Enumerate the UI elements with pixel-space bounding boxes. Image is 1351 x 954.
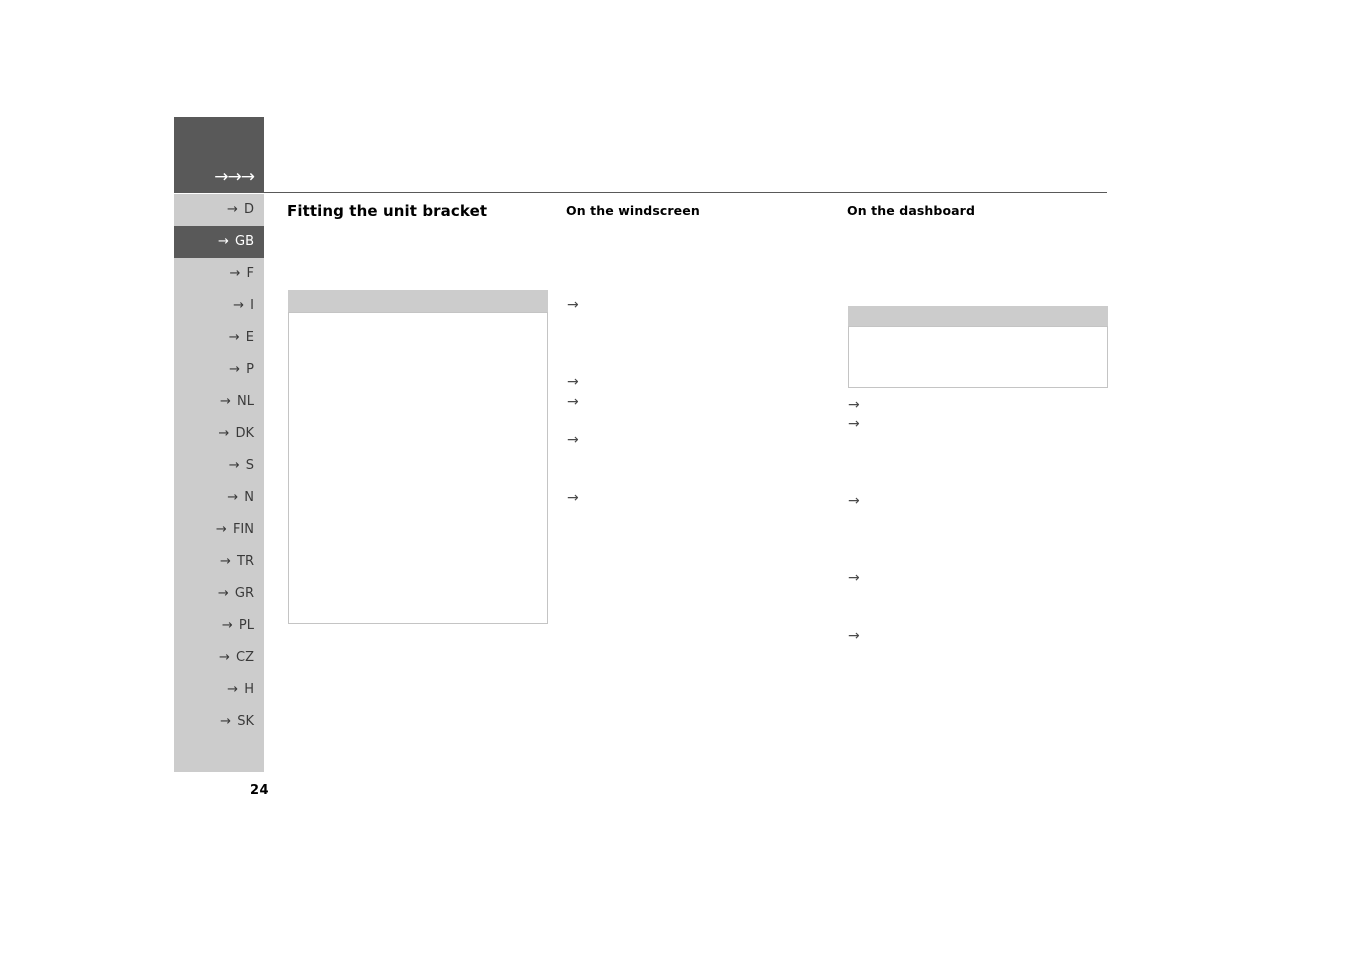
sidebar-item-d[interactable]: → D <box>174 194 264 226</box>
figure-unit-bracket <box>288 290 548 624</box>
sidebar-item-label: F <box>246 266 254 281</box>
sidebar-item-s[interactable]: → S <box>174 450 264 482</box>
sidebar-item-label: PL <box>238 618 254 633</box>
dashboard-step-arrow-icon: → <box>848 570 860 586</box>
figure-caption-band <box>288 290 548 312</box>
sidebar-item-sk[interactable]: → SK <box>174 706 264 738</box>
arrow-right-icon: → <box>219 394 231 409</box>
sidebar-item-label: D <box>243 202 254 217</box>
manual-page: →→→ → D → GB → F → I → E → P → NL → DK → S → N → F… <box>0 0 1351 954</box>
sidebar-item-h[interactable]: → H <box>174 674 264 706</box>
page-number: 24 <box>250 783 270 798</box>
section-heading-windscreen: On the windscreen <box>566 203 700 218</box>
windscreen-step-arrow-icon: → <box>567 374 579 390</box>
sidebar-item-tr[interactable]: → TR <box>174 546 264 578</box>
dashboard-step-arrow-icon: → <box>848 628 860 644</box>
sidebar-item-f[interactable]: → F <box>174 258 264 290</box>
dashboard-step-arrow-icon: → <box>848 416 860 432</box>
header-divider <box>264 192 1107 193</box>
arrow-right-icon: → <box>220 714 232 729</box>
arrow-right-icon: → <box>221 618 233 633</box>
figure-image-frame <box>288 312 548 624</box>
arrow-right-icon: → <box>226 202 238 217</box>
arrow-right-icon: → <box>228 330 240 345</box>
sidebar-item-label: I <box>250 298 254 313</box>
triple-arrow-icon: →→→ <box>214 167 255 187</box>
arrow-right-icon: → <box>228 458 240 473</box>
arrow-right-icon: → <box>218 426 230 441</box>
sidebar-item-cz[interactable]: → CZ <box>174 642 264 674</box>
arrow-right-icon: → <box>233 298 245 313</box>
figure-image-frame <box>848 326 1108 388</box>
arrow-right-icon: → <box>218 650 230 665</box>
arrow-right-icon: → <box>217 234 229 249</box>
sidebar-item-p[interactable]: → P <box>174 354 264 386</box>
sidebar-item-gr[interactable]: → GR <box>174 578 264 610</box>
section-heading-dashboard: On the dashboard <box>847 203 975 218</box>
sidebar-item-pl[interactable]: → PL <box>174 610 264 642</box>
windscreen-step-arrow-icon: → <box>567 297 579 313</box>
sidebar-item-fin[interactable]: → FIN <box>174 514 264 546</box>
figure-caption-band <box>848 306 1108 326</box>
arrow-right-icon: → <box>219 554 231 569</box>
windscreen-step-arrow-icon: → <box>567 490 579 506</box>
arrow-right-icon: → <box>227 682 239 697</box>
sidebar-item-gb[interactable]: → GB <box>174 226 264 258</box>
sidebar-item-n[interactable]: → N <box>174 482 264 514</box>
arrow-right-icon: → <box>227 490 239 505</box>
sidebar-item-label: DK <box>235 426 254 441</box>
sidebar-item-label: GR <box>234 586 254 601</box>
dashboard-step-arrow-icon: → <box>848 397 860 413</box>
arrow-right-icon: → <box>217 586 229 601</box>
arrow-right-icon: → <box>229 266 241 281</box>
sidebar-item-label: GB <box>235 234 254 249</box>
chapter-header-block: →→→ <box>174 117 264 193</box>
dashboard-step-arrow-icon: → <box>848 493 860 509</box>
language-sidebar: → D → GB → F → I → E → P → NL → DK → S → N → FIN → … <box>174 194 264 772</box>
sidebar-item-i[interactable]: → I <box>174 290 264 322</box>
sidebar-item-label: N <box>244 490 254 505</box>
sidebar-item-e[interactable]: → E <box>174 322 264 354</box>
sidebar-item-label: H <box>244 682 254 697</box>
sidebar-item-label: E <box>245 330 254 345</box>
windscreen-step-arrow-icon: → <box>567 432 579 448</box>
sidebar-item-label: NL <box>237 394 254 409</box>
sidebar-item-label: FIN <box>232 522 254 537</box>
windscreen-step-arrow-icon: → <box>567 394 579 410</box>
arrow-right-icon: → <box>229 362 241 377</box>
sidebar-item-label: CZ <box>236 650 254 665</box>
sidebar-item-label: S <box>245 458 254 473</box>
page-title: Fitting the unit bracket <box>287 202 488 220</box>
arrow-right-icon: → <box>215 522 227 537</box>
sidebar-item-dk[interactable]: → DK <box>174 418 264 450</box>
sidebar-item-label: P <box>246 362 254 377</box>
figure-dashboard-mount <box>848 306 1108 388</box>
sidebar-item-label: SK <box>237 714 254 729</box>
sidebar-item-nl[interactable]: → NL <box>174 386 264 418</box>
sidebar-item-label: TR <box>237 554 254 569</box>
